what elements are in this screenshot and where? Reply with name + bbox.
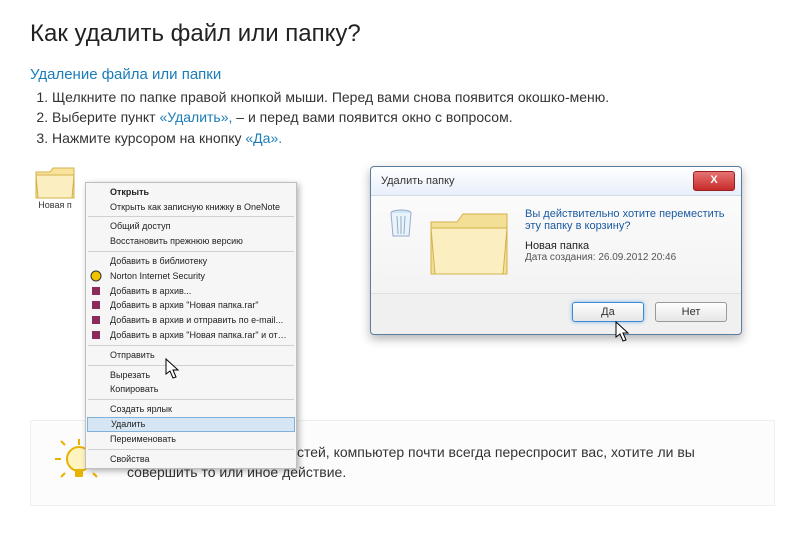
menu-item-properties[interactable]: Свойства [86, 452, 296, 467]
menu-item-rename[interactable]: Переименовать [86, 432, 296, 447]
menu-item-add-email[interactable]: Добавить в архив и отправить по e-mail..… [86, 313, 296, 328]
menu-item-add-rar-email[interactable]: Добавить в архив "Новая папка.rar" и отп… [86, 328, 296, 343]
menu-item-library[interactable]: Добавить в библиотеку [86, 254, 296, 269]
context-menu[interactable]: Открыть Открыть как записную книжку в On… [85, 182, 297, 470]
archive-icon [90, 285, 102, 297]
cursor-icon [165, 358, 183, 380]
menu-item-norton[interactable]: Norton Internet Security [86, 269, 296, 284]
dialog-illustration: Удалить папку X [370, 166, 742, 396]
folder-icon: Новая п [30, 166, 80, 210]
step-1: Щелкните по папке правой кнопкой мыши. П… [52, 87, 775, 107]
dialog-folder-name: Новая папка [525, 240, 725, 252]
norton-icon [90, 270, 102, 282]
delete-folder-dialog: Удалить папку X [370, 166, 742, 335]
archive-icon [90, 299, 102, 311]
menu-item-cut[interactable]: Вырезать [86, 368, 296, 383]
menu-item-add-archive[interactable]: Добавить в архив... [86, 284, 296, 299]
menu-item-restore[interactable]: Восстановить прежнюю версию [86, 234, 296, 249]
instruction-steps: Щелкните по папке правой кнопкой мыши. П… [30, 87, 775, 148]
cursor-icon [615, 321, 633, 343]
section-subtitle: Удаление файла или папки [30, 66, 775, 83]
yes-button[interactable]: Да [572, 302, 644, 322]
menu-item-copy[interactable]: Копировать [86, 382, 296, 397]
folder-label: Новая п [38, 200, 71, 210]
archive-icon [90, 329, 102, 341]
menu-item-open[interactable]: Открыть [86, 185, 296, 200]
menu-item-send[interactable]: Отправить [86, 348, 296, 363]
dialog-folder-icon [427, 208, 513, 283]
step-2: Выберите пункт «Удалить», – и перед вами… [52, 107, 775, 127]
dialog-title: Удалить папку [381, 175, 455, 187]
close-button[interactable]: X [693, 171, 735, 191]
menu-item-shortcut[interactable]: Создать ярлык [86, 402, 296, 417]
page-title: Как удалить файл или папку? [30, 20, 775, 48]
context-menu-illustration: Новая п Открыть Открыть как записную кни… [30, 166, 310, 396]
no-button[interactable]: Нет [655, 302, 727, 322]
archive-icon [90, 314, 102, 326]
menu-item-share[interactable]: Общий доступ [86, 219, 296, 234]
menu-item-delete[interactable]: Удалить [87, 417, 295, 432]
recycle-bin-icon [387, 208, 415, 283]
step-3: Нажмите курсором на кнопку «Да». [52, 128, 775, 148]
menu-item-add-rar[interactable]: Добавить в архив "Новая папка.rar" [86, 298, 296, 313]
dialog-question: Вы действительно хотите переместить эту … [525, 208, 725, 232]
dialog-folder-date: Дата создания: 26.09.2012 20:46 [525, 252, 725, 263]
menu-item-onenote[interactable]: Открыть как записную книжку в OneNote [86, 200, 296, 215]
